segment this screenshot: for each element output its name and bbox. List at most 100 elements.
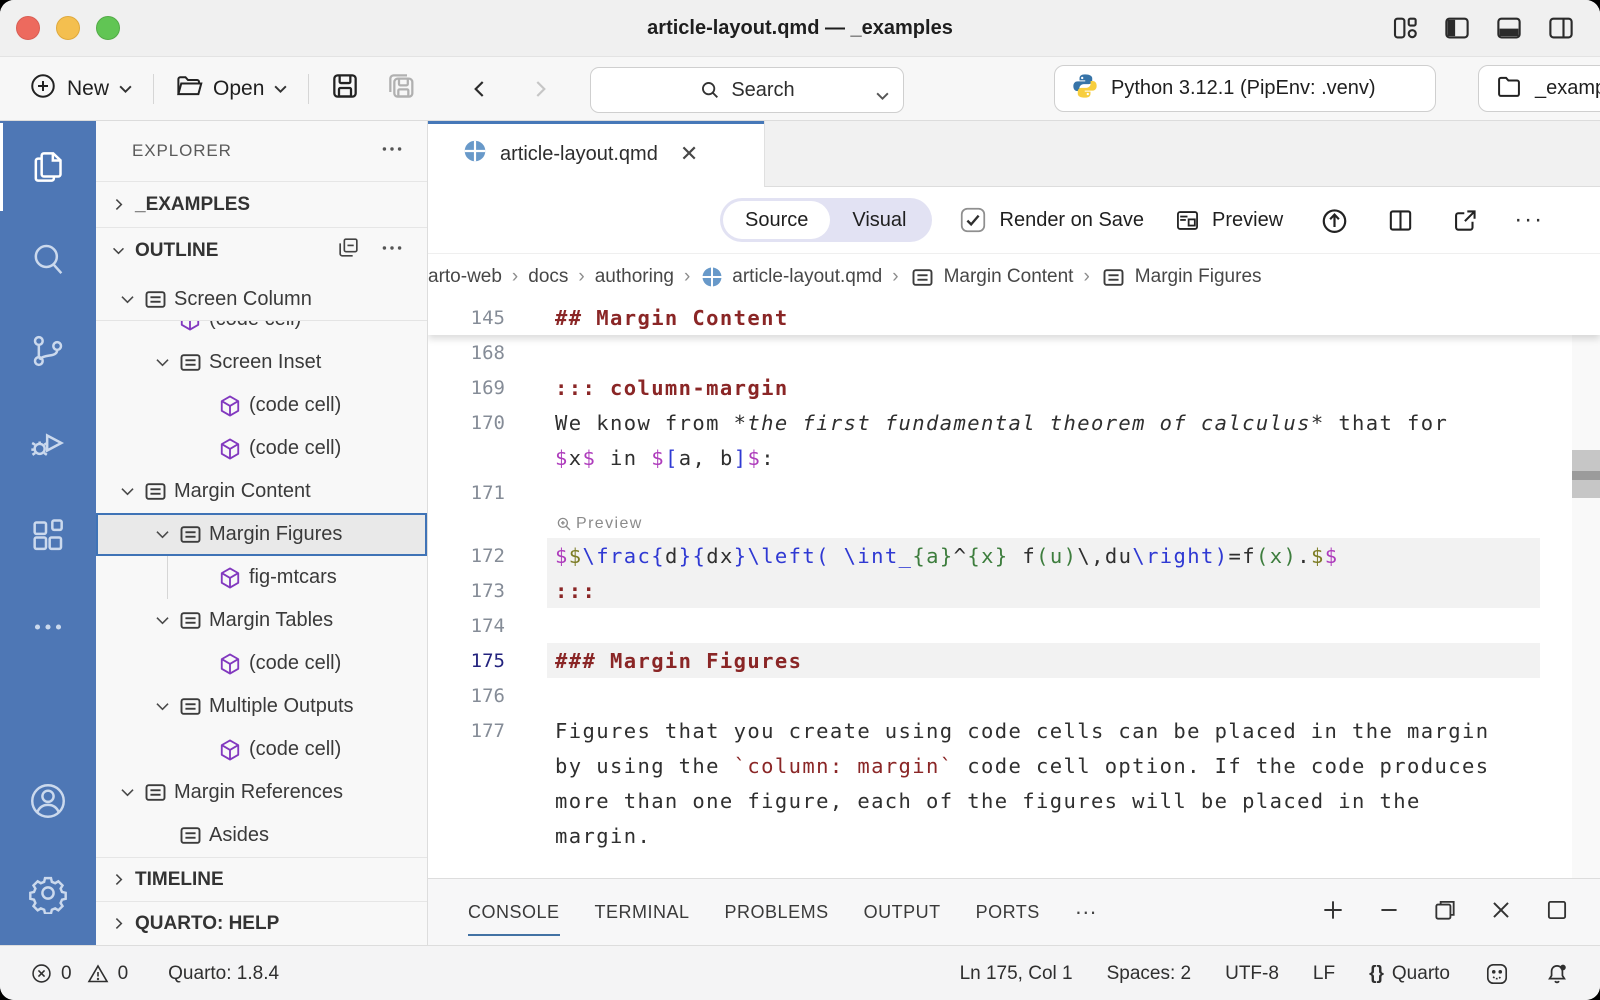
panel-right-icon[interactable] <box>1546 13 1576 43</box>
mode-visual[interactable]: Visual <box>830 201 928 239</box>
plus-icon[interactable] <box>1320 897 1346 928</box>
breadcrumb-item-arto-web[interactable]: arto-web <box>428 266 502 288</box>
maximize-icon[interactable] <box>1544 897 1570 928</box>
search-input[interactable]: Search <box>590 67 904 113</box>
outline-item-margin-figures[interactable]: Margin Figures <box>96 513 427 556</box>
more-actions-icon[interactable] <box>379 235 405 267</box>
outline-item-code-cell[interactable]: (code cell) <box>96 642 427 685</box>
problems-status[interactable]: 0 0 <box>30 962 128 986</box>
publish-icon[interactable] <box>1319 205 1350 236</box>
back-button[interactable] <box>459 76 501 102</box>
outline-item-code-cell[interactable]: (code cell) <box>96 384 427 427</box>
indentation-status[interactable]: Spaces: 2 <box>1107 963 1192 985</box>
code-line[interactable]: 170We know from *the first fundamental t… <box>428 405 1600 440</box>
code-line[interactable]: 169::: column-margin <box>428 370 1600 405</box>
section-quarto-help[interactable]: QUARTO: HELP <box>96 901 427 945</box>
activity-more[interactable] <box>0 581 96 673</box>
cursor-position-status[interactable]: Ln 175, Col 1 <box>960 963 1073 985</box>
minimize-window-button[interactable] <box>56 16 80 40</box>
outline-item-asides[interactable]: Asides <box>96 814 427 857</box>
outline-item-margin-tables[interactable]: Margin Tables <box>96 599 427 642</box>
notifications-bell-icon[interactable] <box>1544 961 1570 987</box>
minus-icon[interactable] <box>1376 897 1402 928</box>
language-mode-status[interactable]: {} Quarto <box>1369 963 1450 985</box>
zoom-window-button[interactable] <box>96 16 120 40</box>
render-on-save[interactable]: Render on Save <box>958 205 1145 235</box>
mode-source[interactable]: Source <box>723 201 830 239</box>
activity-settings[interactable] <box>0 847 96 939</box>
code-line[interactable]: 174 <box>428 608 1600 643</box>
chevron-down-icon[interactable] <box>149 697 175 716</box>
activity-account[interactable] <box>0 755 96 847</box>
code-line[interactable]: $x$ in $[a, b]$: <box>428 440 1600 475</box>
open-external-icon[interactable] <box>1451 206 1480 235</box>
outline-item-fig-mtcars[interactable]: fig-mtcars <box>96 556 427 599</box>
activity-search[interactable] <box>0 213 96 305</box>
save-button[interactable] <box>321 70 369 108</box>
code-line[interactable]: 176 <box>428 678 1600 713</box>
interpreter-selector[interactable]: Python 3.12.1 (PipEnv: .venv) <box>1054 65 1436 112</box>
quarto-version-status[interactable]: Quarto: 1.8.4 <box>168 963 279 985</box>
preview-button[interactable]: Preview <box>1174 207 1283 234</box>
panel-tab-output[interactable]: OUTPUT <box>864 879 941 946</box>
close-icon[interactable] <box>1488 897 1514 928</box>
code-line[interactable]: 175### Margin Figures <box>428 643 1600 678</box>
save-all-button[interactable] <box>377 70 425 108</box>
chevron-down-icon[interactable] <box>114 290 140 309</box>
code-line[interactable]: 177Figures that you create using code ce… <box>428 713 1600 748</box>
outline-item-margin-references[interactable]: Margin References <box>96 771 427 814</box>
activity-explorer[interactable] <box>0 121 96 213</box>
panel-more-icon[interactable]: ··· <box>1075 899 1097 925</box>
activity-source-control[interactable] <box>0 305 96 397</box>
section-outline[interactable]: OUTLINE <box>96 227 427 273</box>
split-editor-icon[interactable] <box>1386 206 1415 235</box>
open-button[interactable]: Open <box>166 71 296 107</box>
code-editor[interactable]: 145## Margin Content 168169::: column-ma… <box>428 300 1600 878</box>
outline-item-screen-inset[interactable]: Screen Inset <box>96 341 427 384</box>
restore-icon[interactable] <box>1432 897 1458 928</box>
code-line[interactable]: 171 <box>428 475 1600 510</box>
code-line[interactable]: 173::: <box>428 573 1600 608</box>
workspace-selector[interactable]: _examples <box>1478 65 1600 112</box>
code-line[interactable]: 172$$\frac{d}{dx}\left( \int_{a}^{x} f(u… <box>428 538 1600 573</box>
outline-item-margin-content[interactable]: Margin Content <box>96 470 427 513</box>
outline-item-screen-column[interactable]: Screen Column <box>96 278 427 321</box>
tab-article-layout[interactable]: article-layout.qmd ✕ <box>428 121 765 187</box>
chevron-down-icon[interactable] <box>149 525 175 544</box>
code-line[interactable]: Preview <box>428 510 1600 538</box>
breadcrumb-item-margin-figures[interactable]: Margin Figures <box>1100 264 1262 291</box>
outline-item-code-cell[interactable]: (code cell) <box>96 427 427 470</box>
code-line[interactable]: margin. <box>428 818 1600 853</box>
collapse-all-icon[interactable] <box>336 235 361 266</box>
chevron-down-icon[interactable] <box>114 482 140 501</box>
chevron-down-icon[interactable] <box>149 353 175 372</box>
encoding-status[interactable]: UTF-8 <box>1225 963 1279 985</box>
panel-tab-problems[interactable]: PROBLEMS <box>725 879 829 946</box>
panel-left-icon[interactable] <box>1442 13 1472 43</box>
breadcrumb-item-margin-content[interactable]: Margin Content <box>909 264 1074 291</box>
outline-item-multiple-outputs[interactable]: Multiple Outputs <box>96 685 427 728</box>
breadcrumb-item-docs[interactable]: docs <box>528 266 568 288</box>
more-actions-icon[interactable]: ··· <box>1514 206 1544 234</box>
code-line[interactable]: 168 <box>428 335 1600 370</box>
forward-button[interactable] <box>519 76 561 102</box>
chevron-down-icon[interactable] <box>149 611 175 630</box>
breadcrumb-item-article-layout-qmd[interactable]: article-layout.qmd <box>700 265 882 289</box>
close-tab-icon[interactable]: ✕ <box>680 143 698 165</box>
more-actions-icon[interactable] <box>379 136 405 167</box>
close-window-button[interactable] <box>16 16 40 40</box>
code-line[interactable]: by using the `column: margin` code cell … <box>428 748 1600 783</box>
breadcrumb-item-authoring[interactable]: authoring <box>595 266 674 288</box>
activity-extensions[interactable] <box>0 489 96 581</box>
section-examples[interactable]: _EXAMPLES <box>96 181 427 227</box>
feedback-smiley-icon[interactable] <box>1484 961 1510 987</box>
customize-layout-icon[interactable] <box>1390 13 1420 43</box>
preview-codelens[interactable]: Preview <box>555 515 643 533</box>
activity-run-debug[interactable] <box>0 397 96 489</box>
new-button[interactable]: New <box>20 71 141 107</box>
panel-tab-console[interactable]: CONSOLE <box>468 879 560 946</box>
panel-bottom-icon[interactable] <box>1494 13 1524 43</box>
outline-item-code-cell[interactable]: (code cell) <box>96 728 427 771</box>
chevron-down-icon[interactable] <box>875 84 890 107</box>
editor-scrollbar[interactable] <box>1572 300 1600 878</box>
